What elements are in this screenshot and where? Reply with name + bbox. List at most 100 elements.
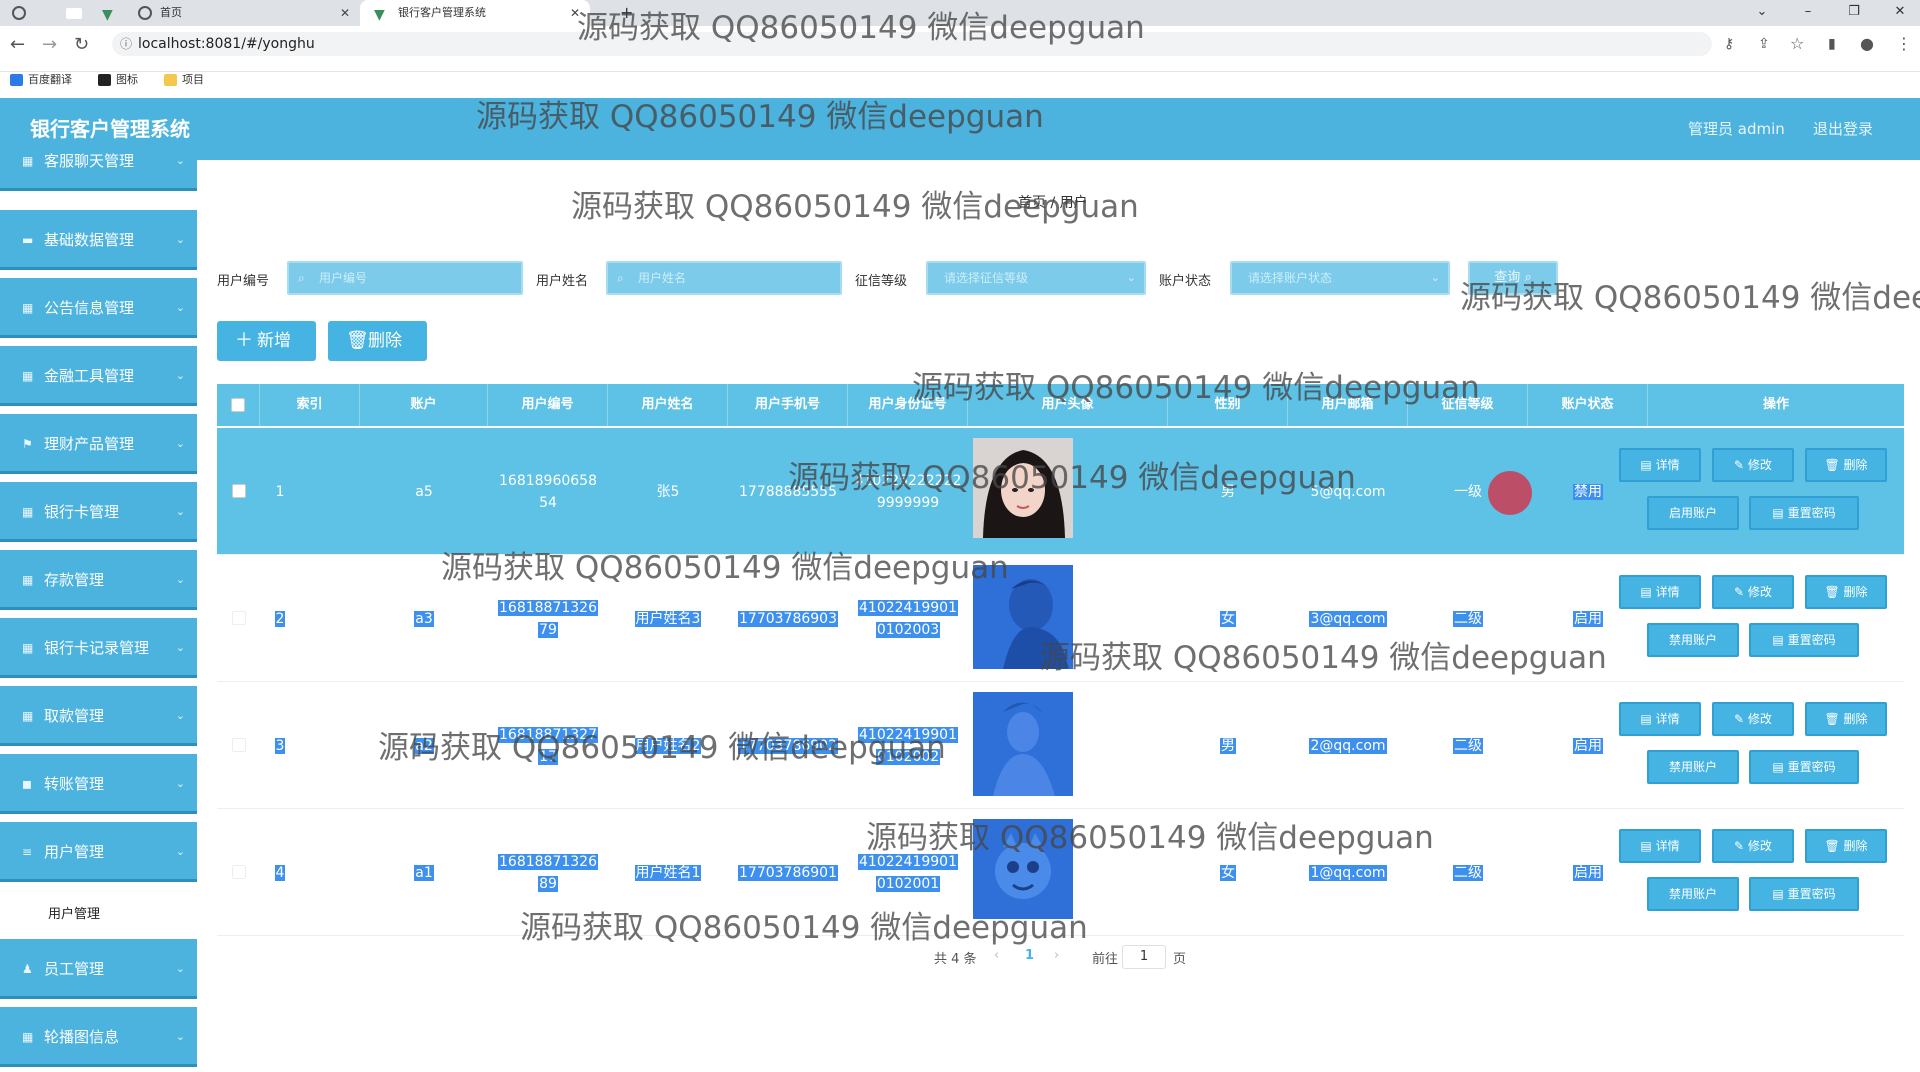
sidebar-item-staff[interactable]: ♟ 员工管理 ⌄ xyxy=(0,939,197,999)
sidebar-item-label: 存款管理 xyxy=(44,571,105,589)
watermark: 源码获取 QQ86050149 微信deepguan xyxy=(912,370,1480,406)
bookmark-icons[interactable]: 图标 xyxy=(98,70,138,90)
row-checkbox[interactable] xyxy=(232,738,246,752)
edit-button[interactable]: ✎ 修改 xyxy=(1712,702,1794,736)
share-icon[interactable]: ⇪ xyxy=(1758,36,1770,52)
browser-tab-vue[interactable]: ▼ xyxy=(96,0,126,26)
user-avatar[interactable] xyxy=(973,692,1073,796)
browser-tab-icon-1[interactable] xyxy=(0,0,56,26)
browser-tab-app[interactable]: ▼ 银行客户管理系统 ✕ xyxy=(360,0,590,26)
status-text: 禁用 xyxy=(1573,484,1603,500)
cell-status: 禁用 xyxy=(1528,481,1648,503)
detail-button[interactable]: ▤ 详情 xyxy=(1619,448,1701,482)
sidebar-item-transfer[interactable]: ◼ 转账管理 ⌄ xyxy=(0,754,197,814)
tab-label: 首页 xyxy=(160,6,182,19)
delete-button[interactable]: 🗑 删除 xyxy=(328,321,427,361)
cell-credit: 二级 xyxy=(1408,735,1528,757)
sidebar-subitem-users[interactable]: 用户管理 xyxy=(0,891,197,939)
tab-search-icon[interactable]: ⌄ xyxy=(1742,0,1782,26)
sidebar-item-finance-tools[interactable]: ▦ 金融工具管理 ⌄ xyxy=(0,346,197,406)
edit-button[interactable]: ✎ 修改 xyxy=(1712,829,1794,863)
sidebar-item-carousel[interactable]: ▦ 轮播图信息 ⌄ xyxy=(0,1007,197,1067)
browser-tab-home[interactable]: 首页 ✕ xyxy=(126,0,360,26)
page-number[interactable]: 1 xyxy=(1025,948,1034,963)
key-icon[interactable]: ⚷ xyxy=(1724,36,1734,52)
grid-icon: ▦ xyxy=(22,154,34,168)
edit-button[interactable]: ✎ 修改 xyxy=(1712,448,1794,482)
col-actions: 操作 xyxy=(1762,397,1789,412)
sidepanel-icon[interactable]: ▮ xyxy=(1828,36,1836,52)
delete-row-button[interactable]: 🗑 删除 xyxy=(1805,702,1887,736)
cell-account: a3 xyxy=(360,608,488,630)
star-icon[interactable]: ☆ xyxy=(1790,34,1804,53)
sidebar-item-chat[interactable]: ▦ 客服聊天管理 ⌄ xyxy=(0,148,197,191)
forward-icon[interactable]: → xyxy=(42,34,57,55)
cell-gender: 女 xyxy=(1168,608,1288,630)
reload-icon[interactable]: ↻ xyxy=(74,34,89,55)
status-select[interactable]: 请选择账户状态 ⌄ xyxy=(1230,261,1450,295)
current-user: 管理员 admin xyxy=(1688,120,1785,138)
browser-tab-blank[interactable] xyxy=(56,0,96,26)
grid-icon: ▦ xyxy=(22,573,34,587)
sidebar-item-notice[interactable]: ▦ 公告信息管理 ⌄ xyxy=(0,278,197,338)
edit-button[interactable]: ✎ 修改 xyxy=(1712,575,1794,609)
sidebar-item-bank-card[interactable]: ▦ 银行卡管理 ⌄ xyxy=(0,482,197,542)
goto-page-input[interactable]: 1 xyxy=(1122,945,1166,969)
select-all-checkbox[interactable] xyxy=(231,398,245,412)
cell-phone: 17703786901 xyxy=(728,862,848,884)
gender-text: 男 xyxy=(1220,738,1236,754)
sidebar-item-withdraw[interactable]: ▦ 取款管理 ⌄ xyxy=(0,686,197,746)
profile-icon[interactable]: ● xyxy=(1860,34,1874,53)
toggle-account-button[interactable]: 禁用账户 xyxy=(1647,877,1739,911)
row-checkbox[interactable] xyxy=(232,865,246,879)
restore-icon[interactable]: ❐ xyxy=(1834,0,1874,26)
menu-dots-icon[interactable]: ⋮ xyxy=(1896,34,1912,53)
delete-row-button[interactable]: 🗑 删除 xyxy=(1805,448,1887,482)
sidebar-item-deposit[interactable]: ▦ 存款管理 ⌄ xyxy=(0,550,197,610)
prev-page-icon[interactable]: ‹ xyxy=(994,948,999,963)
sidebar-item-users[interactable]: ≡ 用户管理 ⌄ xyxy=(0,822,197,882)
user-name-input[interactable]: ⌕ 用户姓名 xyxy=(606,261,842,295)
sidebar-item-wealth-products[interactable]: ⚑ 理财产品管理 ⌄ xyxy=(0,414,197,474)
row-checkbox[interactable] xyxy=(232,611,246,625)
credit-select[interactable]: 请选择征信等级 ⌄ xyxy=(926,261,1146,295)
sidebar-item-card-records[interactable]: ▦ 银行卡记录管理 ⌄ xyxy=(0,618,197,678)
email-text: 3@qq.com xyxy=(1309,611,1387,627)
bookmark-project[interactable]: 项目 xyxy=(164,70,204,90)
sidebar-item-label: 用户管理 xyxy=(44,843,105,861)
cell-id-card: 41022419901 0102003 xyxy=(848,597,968,641)
translate-icon xyxy=(10,74,23,86)
search-icon: ⌕ xyxy=(298,271,305,285)
logout-link[interactable]: 退出登录 xyxy=(1813,98,1873,160)
add-button[interactable]: ＋新增 xyxy=(217,321,316,361)
reset-password-button[interactable]: ▤ 重置密码 xyxy=(1749,496,1859,530)
site-info-icon[interactable]: ⓘ xyxy=(120,32,132,56)
sidebar-item-basic-data[interactable]: ▬ 基础数据管理 ⌄ xyxy=(0,210,197,270)
detail-button[interactable]: ▤ 详情 xyxy=(1619,575,1701,609)
next-page-icon[interactable]: › xyxy=(1054,948,1059,963)
grid-icon: ▦ xyxy=(22,301,34,315)
detail-button[interactable]: ▤ 详情 xyxy=(1619,829,1701,863)
minimize-icon[interactable]: – xyxy=(1788,0,1828,26)
reset-password-button[interactable]: ▤ 重置密码 xyxy=(1749,623,1859,657)
cell-user-name: 用户姓名1 xyxy=(608,862,728,884)
toggle-account-button[interactable]: 禁用账户 xyxy=(1647,623,1739,657)
user-no-input[interactable]: ⌕ 用户编号 xyxy=(287,261,523,295)
close-tab-icon[interactable]: ✕ xyxy=(340,0,350,26)
toggle-account-button[interactable]: 禁用账户 xyxy=(1647,750,1739,784)
row-checkbox[interactable] xyxy=(232,484,246,498)
chevron-down-icon: ⌄ xyxy=(175,641,185,654)
reset-password-button[interactable]: ▤ 重置密码 xyxy=(1749,750,1859,784)
reset-password-button[interactable]: ▤ 重置密码 xyxy=(1749,877,1859,911)
filter-user-name-label: 用户姓名 xyxy=(536,274,589,289)
detail-button[interactable]: ▤ 详情 xyxy=(1619,702,1701,736)
bookmark-baidu-translate[interactable]: 百度翻译 xyxy=(10,70,72,90)
back-icon[interactable]: ← xyxy=(10,34,25,55)
delete-row-button[interactable]: 🗑 删除 xyxy=(1805,575,1887,609)
cell-user-no: 16818960658 54 xyxy=(488,470,608,514)
toggle-account-button[interactable]: 启用账户 xyxy=(1647,496,1739,530)
cell-account: a1 xyxy=(360,862,488,884)
close-window-icon[interactable]: ✕ xyxy=(1880,0,1920,26)
cell-index: 2 xyxy=(260,608,300,630)
delete-row-button[interactable]: 🗑 删除 xyxy=(1805,829,1887,863)
